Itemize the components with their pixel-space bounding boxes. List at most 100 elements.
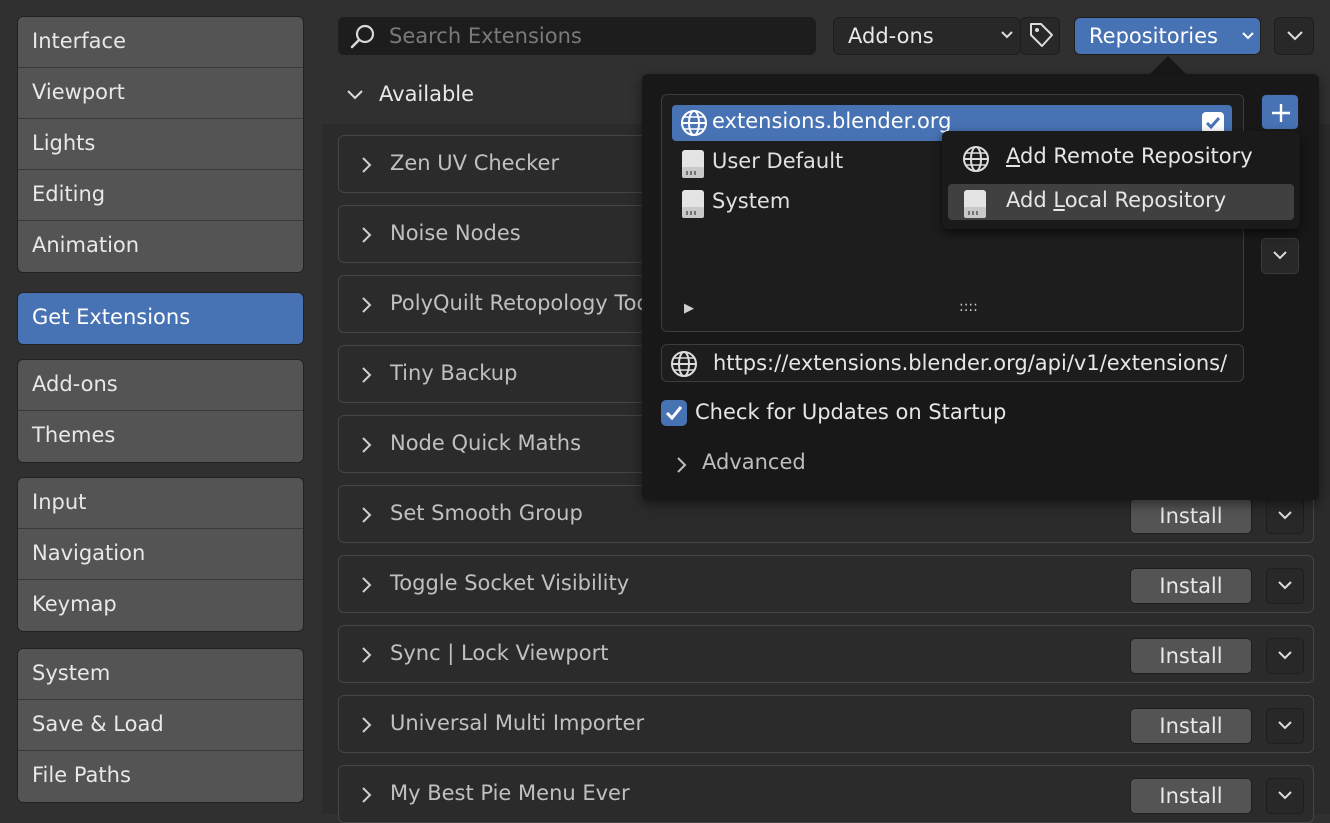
add-repository-button[interactable] [1261, 94, 1299, 130]
install-button[interactable]: Install [1130, 708, 1252, 744]
extension-name: My Best Pie Menu Ever [390, 781, 630, 805]
plus-icon [1272, 104, 1290, 122]
drive-icon [964, 190, 986, 218]
nav-group-extensions: Get Extensions [17, 292, 304, 345]
extension-name: Node Quick Maths [390, 431, 582, 455]
nav-group-system: System Save & Load File Paths [17, 648, 304, 803]
extension-name: Sync | Lock Viewport [390, 641, 609, 665]
checkmark-icon [665, 406, 683, 421]
globe-icon [671, 351, 697, 377]
chevron-right-icon [362, 157, 372, 173]
list-resize-grip[interactable]: :::: [959, 299, 978, 315]
drive-icon [682, 150, 704, 178]
extension-row[interactable]: My Best Pie Menu Ever Install [338, 765, 1314, 823]
add-repository-menu: Add Remote Repository Add Local Reposito… [942, 131, 1300, 229]
chevron-down-icon [1001, 31, 1013, 39]
extension-row[interactable]: Toggle Socket Visibility Install [338, 555, 1314, 613]
nav-item-interface[interactable]: Interface [18, 17, 303, 68]
extension-name: Noise Nodes [390, 221, 521, 245]
chevron-right-icon [362, 577, 372, 593]
chevron-down-icon [1278, 511, 1292, 520]
extension-name: Universal Multi Importer [390, 711, 645, 735]
nav-item-keymap[interactable]: Keymap [18, 580, 303, 631]
check-updates-checkbox[interactable] [661, 400, 687, 426]
extension-menu-button[interactable] [1266, 568, 1304, 604]
chevron-right-icon [362, 367, 372, 383]
header-menu-button[interactable] [1274, 17, 1314, 55]
install-button[interactable]: Install [1130, 638, 1252, 674]
type-filter-label: Add-ons [848, 24, 934, 48]
repository-name: extensions.blender.org [712, 109, 952, 133]
extension-menu-button[interactable] [1266, 708, 1304, 744]
chevron-down-icon [1278, 581, 1292, 590]
nav-item-system[interactable]: System [18, 649, 303, 700]
nav-group-display: Interface Viewport Lights Editing Animat… [17, 16, 304, 273]
extension-menu-button[interactable] [1266, 638, 1304, 674]
nav-item-save-load[interactable]: Save & Load [18, 700, 303, 751]
chevron-down-icon [1278, 651, 1292, 660]
chevron-right-icon [362, 787, 372, 803]
add-remote-repository-item[interactable]: Add Remote Repository [948, 140, 1294, 176]
extension-row[interactable]: Universal Multi Importer Install [338, 695, 1314, 753]
extension-name: Toggle Socket Visibility [390, 571, 630, 595]
extension-name: Tiny Backup [390, 361, 518, 385]
drive-icon [682, 190, 704, 218]
type-filter-dropdown[interactable]: Add-ons [833, 17, 1021, 55]
nav-group-input: Input Navigation Keymap [17, 477, 304, 632]
chevron-down-icon [1273, 251, 1287, 260]
chevron-down-icon [1242, 32, 1254, 40]
chevron-down-icon [1278, 721, 1292, 730]
nav-item-themes[interactable]: Themes [18, 411, 303, 462]
preferences-sidebar: Interface Viewport Lights Editing Animat… [0, 0, 322, 814]
nav-item-navigation[interactable]: Navigation [18, 529, 303, 580]
add-remote-repository-label: Add Remote Repository [1006, 144, 1253, 168]
extension-name: Set Smooth Group [390, 501, 583, 525]
repository-specials-menu-button[interactable] [1261, 238, 1299, 274]
chevron-right-icon [362, 717, 372, 733]
chevron-right-icon [362, 297, 372, 313]
tag-filter-button[interactable] [1020, 17, 1060, 55]
chevron-down-icon [347, 90, 363, 100]
nav-item-add-ons[interactable]: Add-ons [18, 360, 303, 411]
advanced-label: Advanced [702, 450, 806, 474]
nav-item-file-paths[interactable]: File Paths [18, 751, 303, 802]
chevron-right-icon [362, 507, 372, 523]
repository-name: System [712, 189, 791, 213]
check-updates-label: Check for Updates on Startup [695, 400, 1007, 424]
repositories-button[interactable]: Repositories [1074, 17, 1261, 55]
extension-row[interactable]: Sync | Lock Viewport Install [338, 625, 1314, 683]
chevron-right-icon [362, 647, 372, 663]
install-button[interactable]: Install [1130, 498, 1252, 534]
nav-item-editing[interactable]: Editing [18, 170, 303, 221]
install-button[interactable]: Install [1130, 778, 1252, 814]
list-expand-toggle[interactable]: ▶ [684, 301, 694, 316]
repository-url-field[interactable]: https://extensions.blender.org/api/v1/ex… [661, 344, 1244, 382]
repositories-label: Repositories [1089, 24, 1218, 48]
globe-icon [963, 146, 989, 172]
popover-arrow [1150, 56, 1186, 74]
extension-menu-button[interactable] [1266, 778, 1304, 814]
chevron-down-icon [1278, 791, 1292, 800]
search-icon [350, 24, 375, 49]
nav-item-animation[interactable]: Animation [18, 221, 303, 272]
add-local-repository-label: Add Local Repository [1006, 188, 1227, 212]
nav-item-lights[interactable]: Lights [18, 119, 303, 170]
nav-group-addons: Add-ons Themes [17, 359, 304, 463]
search-extensions-input[interactable]: Search Extensions [338, 17, 816, 55]
repository-url-value: https://extensions.blender.org/api/v1/ex… [713, 351, 1228, 375]
chevron-down-icon [1287, 31, 1303, 41]
chevron-right-icon [362, 227, 372, 243]
nav-item-input[interactable]: Input [18, 478, 303, 529]
extension-menu-button[interactable] [1266, 498, 1304, 534]
globe-icon [681, 110, 707, 136]
available-section-label: Available [379, 82, 475, 106]
tag-icon [1030, 23, 1053, 47]
chevron-right-icon [677, 457, 687, 473]
nav-item-viewport[interactable]: Viewport [18, 68, 303, 119]
nav-item-get-extensions[interactable]: Get Extensions [18, 293, 303, 344]
extension-name: Zen UV Checker [390, 151, 560, 175]
install-button[interactable]: Install [1130, 568, 1252, 604]
search-placeholder: Search Extensions [389, 24, 582, 48]
add-local-repository-item[interactable]: Add Local Repository [948, 184, 1294, 220]
extension-name: PolyQuilt Retopology Tool [390, 291, 656, 315]
